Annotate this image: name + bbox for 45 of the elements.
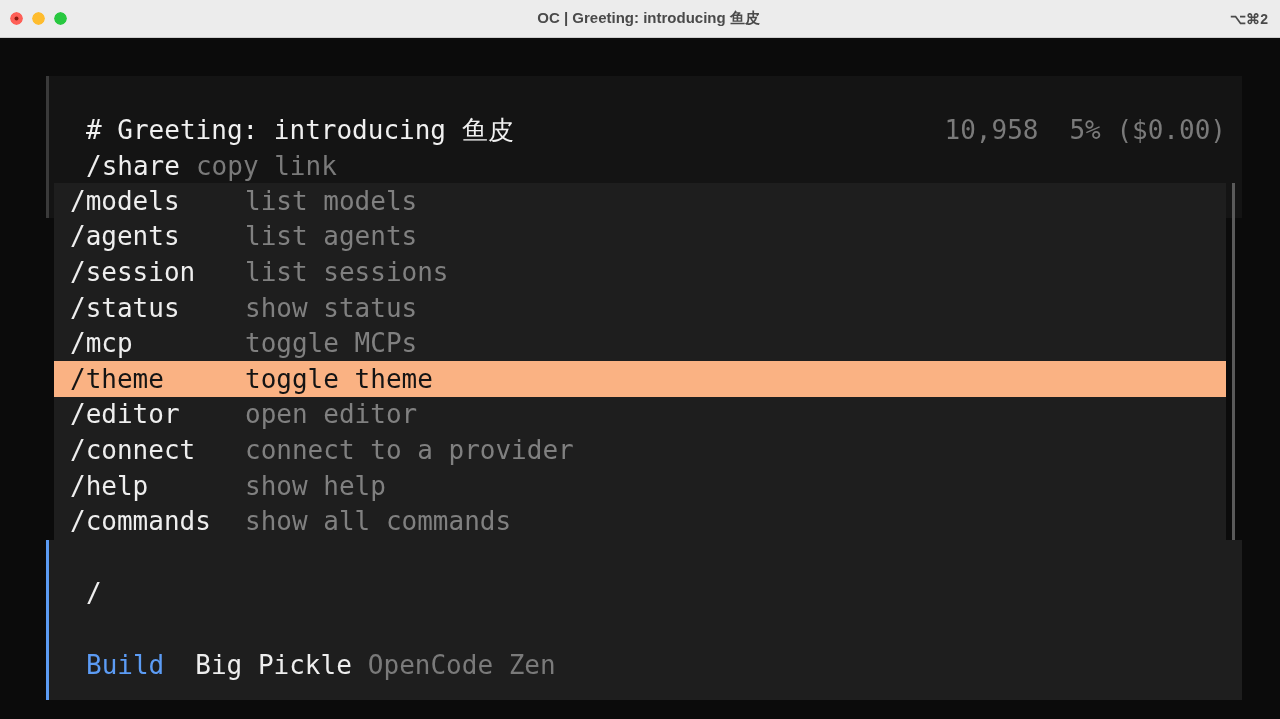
command-description: toggle theme (245, 363, 433, 394)
command-name: /editor (70, 399, 181, 430)
command-name: /session (70, 257, 197, 287)
minimize-icon[interactable] (32, 12, 45, 25)
command-description: open editor (245, 399, 418, 430)
session-title: # Greeting: introducing 鱼皮 (86, 113, 515, 147)
close-icon[interactable] (10, 12, 23, 25)
command-item[interactable]: /editor open editor (54, 396, 1226, 433)
token-count: 10,958 (944, 115, 1039, 145)
provider-name: OpenCode Zen (367, 650, 556, 680)
command-item[interactable]: /status show status (54, 289, 1226, 326)
command-item[interactable]: /agents list agents (54, 218, 1226, 255)
command-description: show help (245, 470, 386, 501)
command-item[interactable]: /connect connect to a provider (54, 432, 1226, 468)
command-description: list models (245, 185, 418, 216)
command-name: /status (70, 292, 181, 323)
command-item[interactable]: /mcp toggle MCPs (54, 325, 1226, 361)
command-item[interactable]: /models list models (54, 183, 1226, 219)
agent-label[interactable]: Build (86, 650, 165, 680)
command-description: show all commands (245, 506, 512, 537)
command-name: /connect (70, 434, 197, 465)
command-item[interactable]: /theme toggle theme (54, 360, 1226, 397)
command-name: /help (70, 470, 150, 501)
command-description: connect to a provider (245, 434, 574, 465)
command-description: list agents (245, 221, 418, 252)
command-item[interactable]: /help show help (54, 467, 1226, 504)
shortcut-label: ⌥⌘2 (1230, 10, 1268, 27)
command-name: /mcp (70, 328, 134, 359)
usage-cost: 5% ($0.00) (1069, 115, 1226, 145)
command-item[interactable]: /commands show all commands (54, 503, 1226, 539)
model-name: Big Pickle (195, 650, 352, 680)
command-description: toggle MCPs (245, 328, 418, 359)
scrollbar[interactable] (1232, 183, 1235, 540)
hint-text: copy link (195, 151, 337, 181)
command-description: list sessions (245, 257, 449, 287)
command-description: show status (245, 292, 418, 323)
prompt-input[interactable]: / (86, 578, 102, 608)
command-name: /theme (70, 363, 165, 394)
command-name: /commands (70, 506, 212, 537)
maximize-icon[interactable] (54, 12, 67, 25)
command-name: /agents (70, 221, 181, 252)
hint-command: /share (86, 151, 180, 181)
command-name: /models (70, 185, 181, 216)
command-item[interactable]: /session list sessions (54, 254, 1226, 290)
window-title: OC | Greeting: introducing 鱼皮 (536, 9, 761, 28)
